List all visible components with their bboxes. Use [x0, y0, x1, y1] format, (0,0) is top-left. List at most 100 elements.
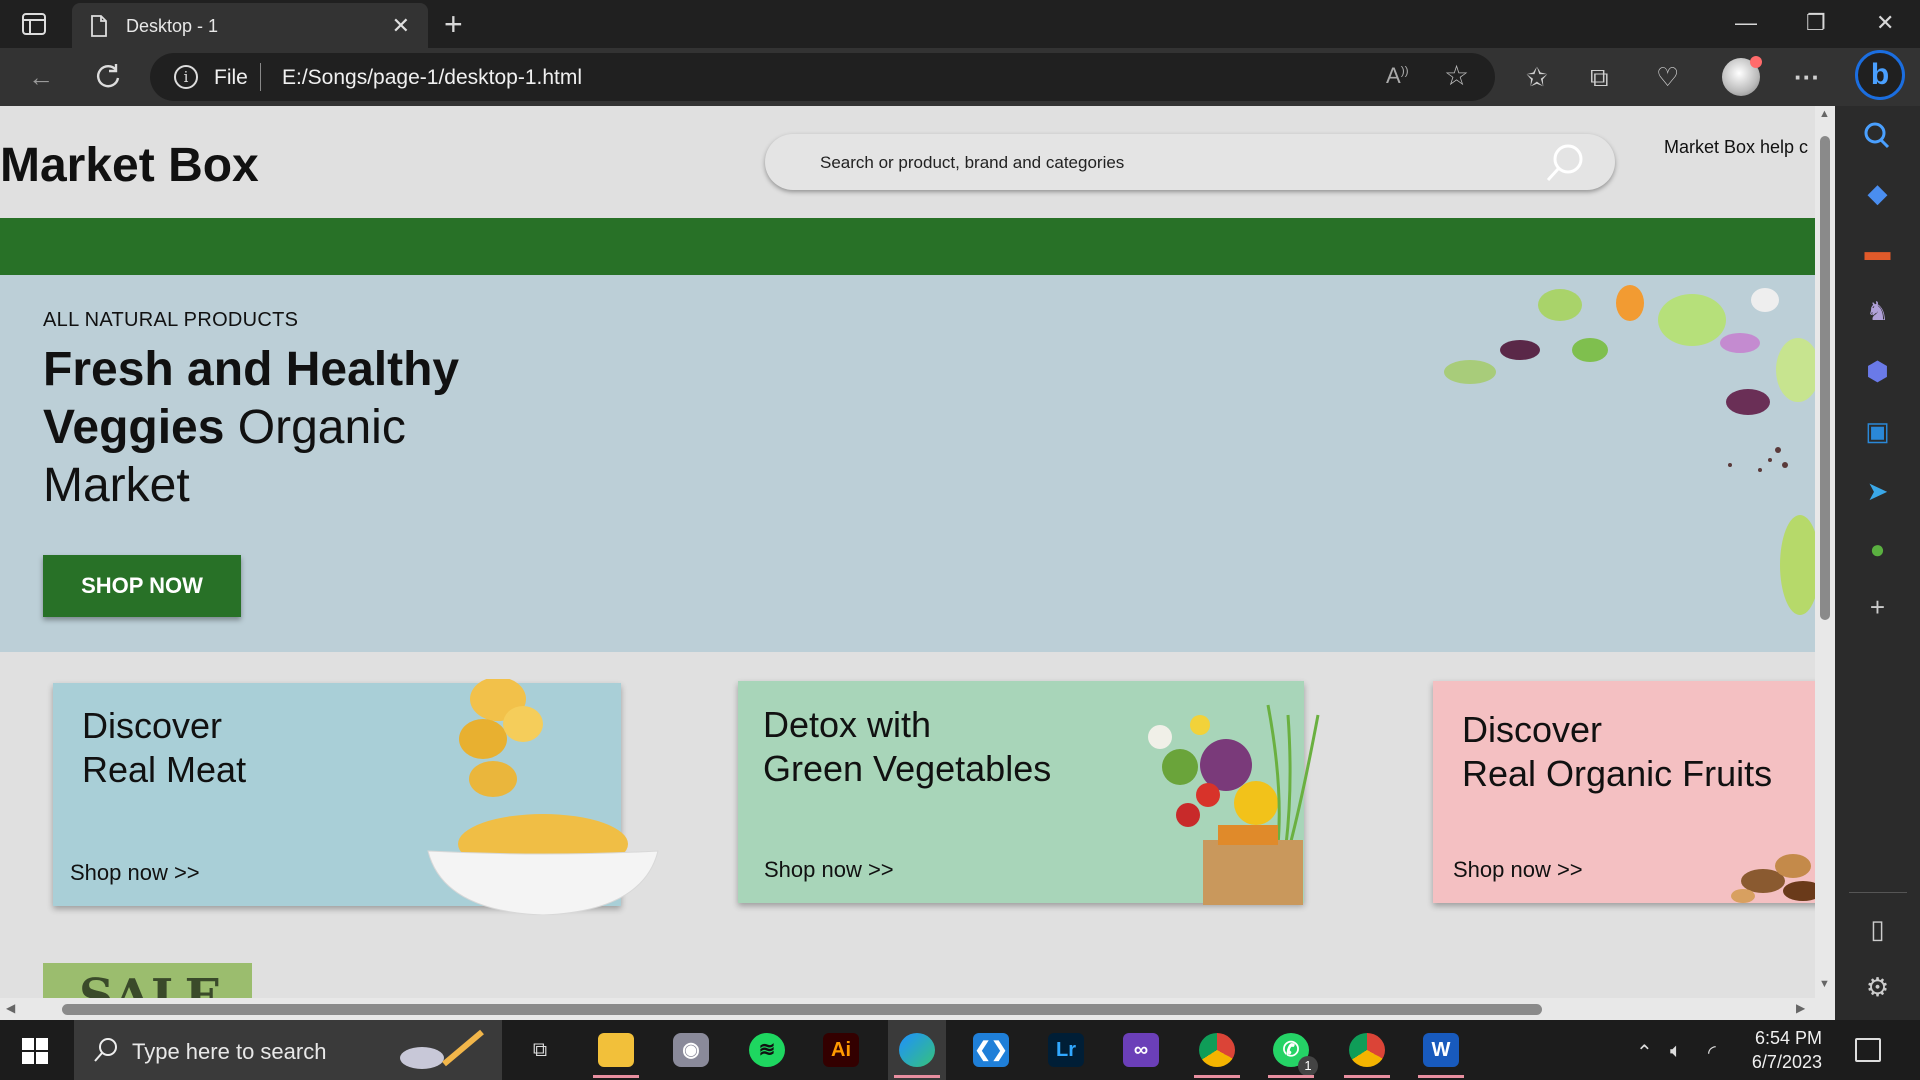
card-title-line1: Detox with — [763, 704, 932, 745]
edge-button[interactable] — [888, 1020, 946, 1080]
chrome-button[interactable] — [1188, 1020, 1246, 1080]
search-icon[interactable] — [1835, 120, 1920, 150]
search-icon — [94, 1038, 117, 1062]
vertical-scrollbar[interactable]: ▲ ▼ — [1815, 106, 1835, 1020]
tab-title: Desktop - 1 — [126, 16, 219, 36]
vegetable-bag-image — [1148, 704, 1320, 905]
hero-banner: ALL NATURAL PRODUCTS Fresh and Healthy V… — [0, 275, 1815, 652]
site-logo[interactable]: Market Box — [0, 138, 259, 193]
settings-icon[interactable]: ⚙ — [1835, 972, 1920, 1003]
tray-overflow-icon[interactable]: ⌃ — [1636, 1040, 1653, 1065]
maximize-button[interactable]: ❐ — [1806, 10, 1826, 36]
volume-icon[interactable]: 🔈︎ — [1670, 1040, 1682, 1063]
card-shop-link[interactable]: Shop now >> — [764, 857, 894, 883]
site-search-placeholder: Search or product, brand and categories — [820, 153, 1125, 172]
new-tab-button[interactable]: + — [444, 6, 463, 43]
bing-copilot-icon[interactable]: b — [1855, 50, 1905, 100]
office-icon[interactable]: ⬢ — [1835, 356, 1920, 387]
file-explorer-button[interactable] — [587, 1020, 645, 1080]
chess-icon[interactable]: ♞ — [1835, 296, 1920, 327]
site-info-icon[interactable]: i — [174, 65, 198, 89]
card-shop-link[interactable]: Shop now >> — [1453, 857, 1583, 883]
clock-date: 6/7/2023 — [1751, 1052, 1822, 1072]
sale-banner[interactable]: SALE — [43, 963, 252, 998]
search-icon[interactable] — [1543, 140, 1587, 184]
scroll-down-arrow[interactable]: ▼ — [1819, 978, 1830, 990]
promo-card-vegetables[interactable]: Detox with Green Vegetables Shop now >> — [738, 681, 1320, 905]
scroll-right-arrow[interactable]: ▶ — [1796, 1001, 1805, 1015]
promo-card-meat[interactable]: Discover Real Meat Shop now >> — [53, 679, 659, 915]
url-text[interactable]: E:/Songs/page-1/desktop-1.html — [282, 66, 582, 90]
split-screen-icon[interactable]: ▯ — [1835, 914, 1920, 945]
windows-start-icon[interactable] — [22, 1038, 48, 1064]
task-view-button[interactable]: ⧉ — [511, 1020, 569, 1080]
card-shop-link[interactable]: Shop now >> — [70, 860, 200, 886]
visual-studio-button[interactable]: ∞ — [1112, 1020, 1170, 1080]
camera-icon: ◉ — [673, 1033, 709, 1067]
profile-avatar[interactable] — [1722, 56, 1762, 96]
card-title-line1: Discover — [1462, 709, 1603, 750]
tag-icon[interactable]: ◆ — [1835, 178, 1920, 209]
horizontal-scrollbar[interactable]: ◀ ▶ — [0, 998, 1815, 1020]
browser-essentials-icon[interactable]: ♡ — [1656, 62, 1679, 93]
more-menu-icon[interactable]: ··· — [1794, 62, 1820, 93]
nav-green-bar — [0, 218, 1815, 275]
whatsapp-badge: 1 — [1298, 1056, 1318, 1076]
close-tab-icon[interactable]: ✕ — [392, 13, 410, 39]
hockey-search-highlight-icon — [400, 1029, 484, 1069]
lightroom-icon: Lr — [1048, 1033, 1084, 1067]
address-bar[interactable]: i File E:/Songs/page-1/desktop-1.html A)… — [150, 53, 1495, 101]
scroll-left-arrow[interactable]: ◀ — [6, 1001, 15, 1015]
word-button[interactable]: W — [1412, 1020, 1470, 1080]
favorite-star-icon[interactable]: ☆ — [1444, 59, 1469, 92]
illustrator-icon: Ai — [823, 1033, 859, 1067]
camera-button[interactable]: ◉ — [662, 1020, 720, 1080]
card-title-line2: Green Vegetables — [763, 748, 1052, 789]
send-icon[interactable]: ➤ — [1835, 476, 1920, 507]
url-divider — [260, 63, 261, 91]
hero-kicker: ALL NATURAL PRODUCTS — [43, 309, 299, 331]
notification-center-icon[interactable] — [1855, 1038, 1881, 1062]
scroll-up-arrow[interactable]: ▲ — [1819, 108, 1830, 120]
chrome-profile-button[interactable] — [1338, 1020, 1396, 1080]
tree-icon[interactable]: ● — [1835, 534, 1920, 565]
minimize-button[interactable]: — — [1735, 10, 1757, 36]
promo-card-fruits[interactable]: Discover Real Organic Fruits Shop now >> — [1433, 681, 1815, 903]
chips-bowl-image — [427, 679, 659, 915]
shop-now-button[interactable]: SHOP NOW — [43, 555, 241, 617]
url-scheme: File — [214, 66, 248, 89]
edge-sidebar: ◆ ▬ ♞ ⬢ ▣ ➤ ● + ▯ ⚙ — [1835, 106, 1920, 1020]
sale-banner-text: SALE — [79, 969, 222, 998]
vertical-scroll-thumb[interactable] — [1820, 136, 1830, 620]
tab-actions-icon[interactable] — [20, 12, 50, 36]
sidebar-divider — [1849, 892, 1907, 893]
collections-icon[interactable]: ⧉ — [1590, 62, 1609, 94]
market-box-page: Market Box Search or product, brand and … — [0, 106, 1815, 998]
briefcase-icon[interactable]: ▬ — [1835, 236, 1920, 267]
favorites-icon[interactable]: ✩ — [1526, 62, 1548, 93]
tab-desktop-1[interactable]: Desktop - 1 ✕ — [72, 3, 428, 48]
read-aloud-icon[interactable]: A)) — [1386, 63, 1409, 89]
add-icon[interactable]: + — [1835, 592, 1920, 623]
running-indicator — [1194, 1075, 1240, 1078]
taskbar-search-box[interactable]: Type here to search — [74, 1020, 502, 1080]
help-link[interactable]: Market Box help c — [1664, 137, 1808, 158]
refresh-icon[interactable] — [94, 62, 122, 90]
site-search-bar[interactable]: Search or product, brand and categories — [765, 134, 1615, 190]
browser-tab-bar: Desktop - 1 ✕ + — ❐ ✕ — [0, 0, 1920, 48]
spotify-button[interactable]: ≋ — [738, 1020, 796, 1080]
lightroom-button[interactable]: Lr — [1037, 1020, 1095, 1080]
horizontal-scroll-thumb[interactable] — [62, 1004, 1542, 1015]
close-window-button[interactable]: ✕ — [1876, 10, 1894, 36]
illustrator-button[interactable]: Ai — [812, 1020, 870, 1080]
vscode-button[interactable]: ❮❯ — [962, 1020, 1020, 1080]
whatsapp-button[interactable]: ✆ 1 — [1262, 1020, 1320, 1080]
running-indicator — [593, 1075, 639, 1078]
back-icon[interactable]: ← — [28, 62, 54, 93]
page-icon — [91, 15, 107, 37]
running-indicator — [1344, 1075, 1390, 1078]
outlook-icon[interactable]: ▣ — [1835, 416, 1920, 447]
wifi-icon[interactable]: ◜ — [1708, 1040, 1716, 1065]
taskbar-clock[interactable]: 6:54 PM 6/7/2023 — [1748, 1026, 1822, 1074]
word-icon: W — [1423, 1033, 1459, 1067]
